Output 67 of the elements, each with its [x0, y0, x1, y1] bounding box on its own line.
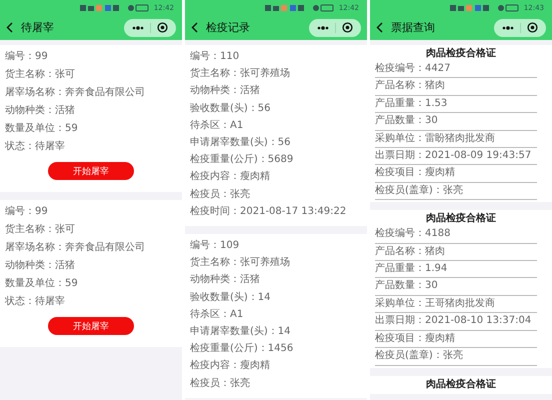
info-line: 屠宰场名称：奔奔食品有限公司 [5, 86, 146, 100]
info-line: 货主名称：张可养殖场 [190, 256, 291, 270]
more-icon[interactable] [317, 26, 329, 30]
page-title: 票据查询 [391, 20, 436, 35]
info-line: 采购单位：雷盼猪肉批发商 [375, 130, 537, 148]
info-line: 检疫内容：瘦肉精 [190, 358, 271, 374]
info-line: 检疫重量(公斤)：5689 [190, 152, 294, 168]
info-line: 检疫编号：4188 [375, 226, 537, 244]
close-icon[interactable] [157, 22, 168, 33]
info-line: 检疫时间：2021-08-17 13:49:22 [190, 204, 348, 219]
info-line: 检疫重量(公斤)：1456 [190, 342, 294, 356]
info-line: 检疫项目：瘦肉精 [375, 165, 537, 183]
info-line: 出票日期：2021-08-09 19:43:57 [375, 148, 537, 166]
card-heading: 肉品检疫合格证 [425, 378, 497, 392]
info-line: 货主名称：张可养殖场 [190, 66, 291, 82]
info-line: 动物种类：活猪 [5, 104, 76, 118]
info-line: 产品名称：猪肉 [375, 78, 537, 96]
more-icon[interactable] [132, 26, 144, 30]
info-line: 货主名称：张可 [5, 68, 76, 82]
start-button[interactable]: 开始屠宰 [48, 162, 134, 180]
info-line: 屠宰场名称：奔奔食品有限公司 [5, 240, 146, 255]
info-line: 申请屠宰数量(头)：14 [190, 324, 292, 340]
status-icons-drawing [80, 4, 150, 12]
info-line: 产品重量：1.94 [375, 261, 537, 278]
info-line: 动物种类：活猪 [5, 258, 76, 273]
back-icon[interactable] [191, 22, 198, 33]
more-icon[interactable] [502, 26, 514, 30]
info-line: 产品数量：30 [375, 113, 537, 131]
close-icon[interactable] [342, 22, 353, 33]
info-line: 检疫项目：瘦肉精 [375, 330, 537, 348]
status-icons-drawing [264, 4, 335, 12]
info-line: 检疫员(盖章)：张亮 [375, 182, 537, 200]
info-line: 采购单位：王哥猪肉批发商 [375, 296, 537, 314]
info-line: 动物种类：活猪 [190, 84, 261, 98]
info-line: 编号：99 [5, 50, 49, 64]
page-title: 检疫记录 [206, 20, 251, 35]
info-line: 检疫内容：瘦肉精 [190, 170, 271, 184]
info-line: 产品数量：30 [375, 278, 537, 296]
info-line: 动物种类：活猪 [190, 272, 261, 288]
info-line: 货主名称：张可 [5, 222, 76, 237]
info-line: 编号：109 [190, 238, 240, 254]
info-line: 编号：110 [190, 50, 240, 64]
info-line: 产品名称：猪肉 [375, 244, 537, 262]
info-line: 编号：99 [5, 204, 49, 219]
info-line: 出票日期：2021-08-10 13:37:04 [375, 313, 537, 331]
card-heading: 肉品检疫合格证 [425, 47, 497, 61]
info-line: 数量及单位：59 [5, 122, 79, 136]
card-heading: 肉品检疫合格证 [425, 212, 497, 226]
info-line: 检疫编号：4427 [375, 61, 537, 78]
close-icon[interactable] [527, 22, 538, 33]
info-line: 验收数量(头)：14 [190, 290, 272, 305]
start-button[interactable]: 开始屠宰 [48, 317, 134, 335]
status-icons-drawing [450, 4, 520, 12]
info-line: 检疫员：张亮 [190, 188, 251, 202]
info-line: 产品重量：1.53 [375, 96, 537, 114]
info-line: 待杀区：A1 [190, 118, 244, 133]
info-line: 状态：待屠宰 [5, 140, 66, 154]
back-icon[interactable] [376, 22, 383, 33]
info-line: 状态：待屠宰 [5, 294, 66, 309]
info-line: 验收数量(头)：56 [190, 102, 272, 116]
info-line: 检疫员：张亮 [190, 376, 251, 391]
info-line: 数量及单位：59 [5, 276, 79, 291]
back-icon[interactable] [6, 22, 13, 33]
info-line: 申请屠宰数量(头)：56 [190, 136, 292, 150]
info-line: 待杀区：A1 [190, 308, 244, 322]
info-line: 检疫员(盖章)：张亮 [375, 348, 537, 366]
page-title: 待屠宰 [21, 20, 55, 35]
